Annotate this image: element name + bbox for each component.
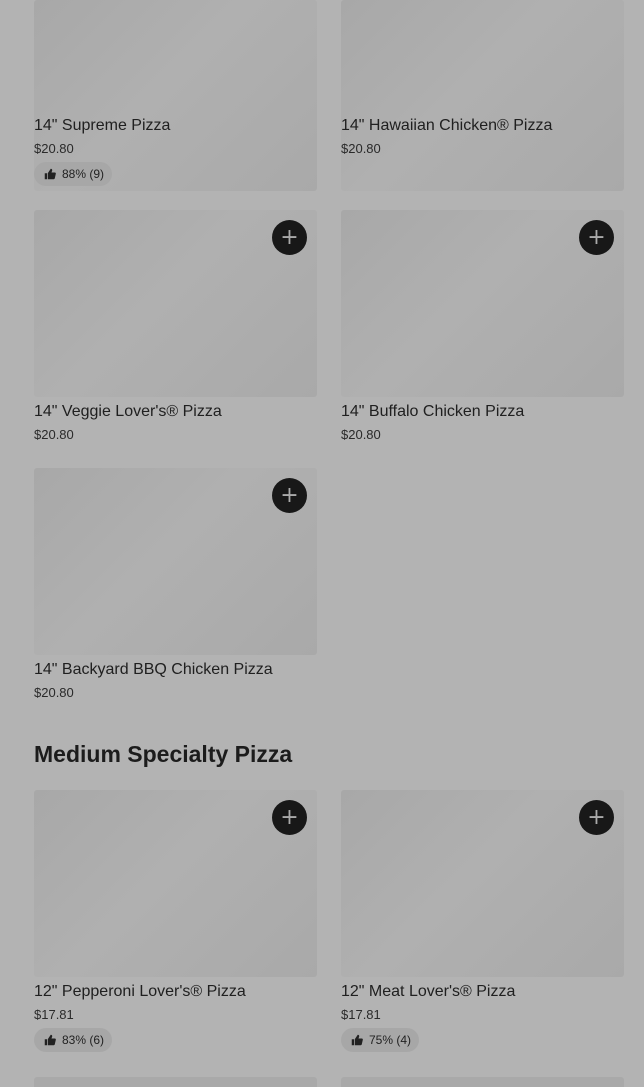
item-price: $20.80 <box>341 141 381 156</box>
section-heading: Medium Specialty Pizza <box>34 741 293 767</box>
rating-text: 83% (6) <box>62 1033 105 1047</box>
item-name: 14" Hawaiian Chicken® Pizza <box>341 117 553 134</box>
rating-badge: 83% (6) <box>34 1028 113 1052</box>
item-price: $17.81 <box>341 1007 381 1022</box>
add-item-button[interactable]: + <box>272 478 307 513</box>
add-item-button[interactable]: + <box>579 800 614 835</box>
rating-badge: 88% (9) <box>34 162 113 186</box>
item-name: 12" Meat Lover's® Pizza <box>341 983 516 1000</box>
item-price: $20.80 <box>34 685 74 700</box>
add-item-button[interactable]: + <box>272 220 307 255</box>
item-image[interactable] <box>34 1077 317 1087</box>
rating-text: 75% (4) <box>369 1033 412 1047</box>
item-price: $20.80 <box>34 427 74 442</box>
rating-badge: 75% (4) <box>341 1028 420 1052</box>
item-price: $20.80 <box>341 427 381 442</box>
item-name: 14" Supreme Pizza <box>34 117 171 134</box>
thumbs-up-icon <box>44 168 56 180</box>
add-item-button[interactable]: + <box>579 220 614 255</box>
item-name: 12" Pepperoni Lover's® Pizza <box>34 983 246 1000</box>
thumbs-up-icon <box>351 1034 363 1046</box>
rating-text: 88% (9) <box>62 167 105 181</box>
item-image[interactable] <box>341 1077 624 1087</box>
item-price: $20.80 <box>34 141 74 156</box>
item-name: 14" Veggie Lover's® Pizza <box>34 403 222 420</box>
item-name: 14" Backyard BBQ Chicken Pizza <box>34 661 273 678</box>
item-image[interactable] <box>341 0 624 191</box>
item-name: 14" Buffalo Chicken Pizza <box>341 403 525 420</box>
add-item-button[interactable]: + <box>272 800 307 835</box>
item-price: $17.81 <box>34 1007 74 1022</box>
thumbs-up-icon <box>44 1034 56 1046</box>
